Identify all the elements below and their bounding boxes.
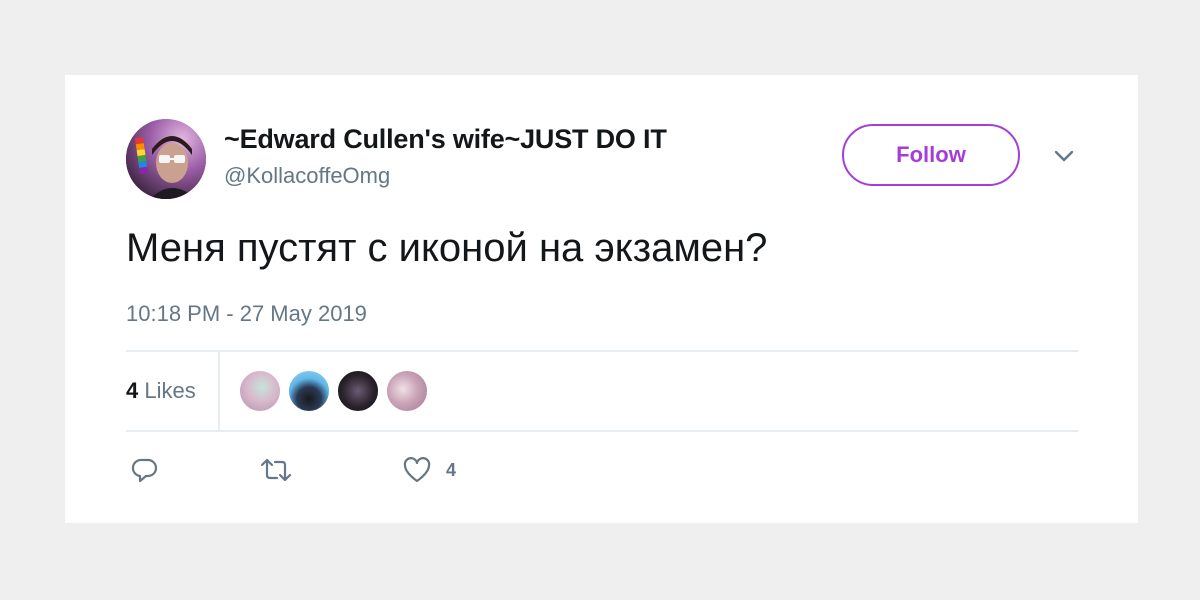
stats-divider: [218, 352, 220, 430]
tweet-card: ~Edward Cullen's wife~JUST DO IT @Kollac…: [65, 75, 1138, 523]
chevron-down-icon[interactable]: [1051, 147, 1077, 165]
like-count: 4: [446, 459, 457, 480]
display-name[interactable]: ~Edward Cullen's wife~JUST DO IT: [224, 124, 667, 155]
liker-avatar[interactable]: [336, 369, 380, 413]
liker-avatar[interactable]: [238, 369, 282, 413]
user-handle[interactable]: @KollacoffeOmg: [224, 163, 390, 189]
likes-label: Likes: [144, 378, 196, 403]
follow-button[interactable]: Follow: [842, 124, 1020, 186]
retweet-button[interactable]: [260, 456, 292, 484]
liker-avatar[interactable]: [385, 369, 429, 413]
divider: [126, 350, 1078, 352]
avatar[interactable]: [126, 119, 206, 199]
avatar-image: [126, 119, 206, 199]
like-button[interactable]: 4: [402, 456, 456, 484]
tweet-text: Меня пустят с иконой на экзамен?: [126, 226, 768, 270]
reply-icon: [131, 458, 158, 483]
likes-stat[interactable]: 4 Likes: [126, 378, 196, 404]
liker-avatar[interactable]: [287, 369, 331, 413]
heart-icon: [403, 457, 431, 483]
reply-button[interactable]: [131, 456, 159, 484]
divider: [126, 430, 1078, 432]
likes-count: 4: [126, 378, 139, 403]
tweet-timestamp[interactable]: 10:18 PM - 27 May 2019: [126, 301, 367, 327]
retweet-icon: [260, 458, 292, 482]
